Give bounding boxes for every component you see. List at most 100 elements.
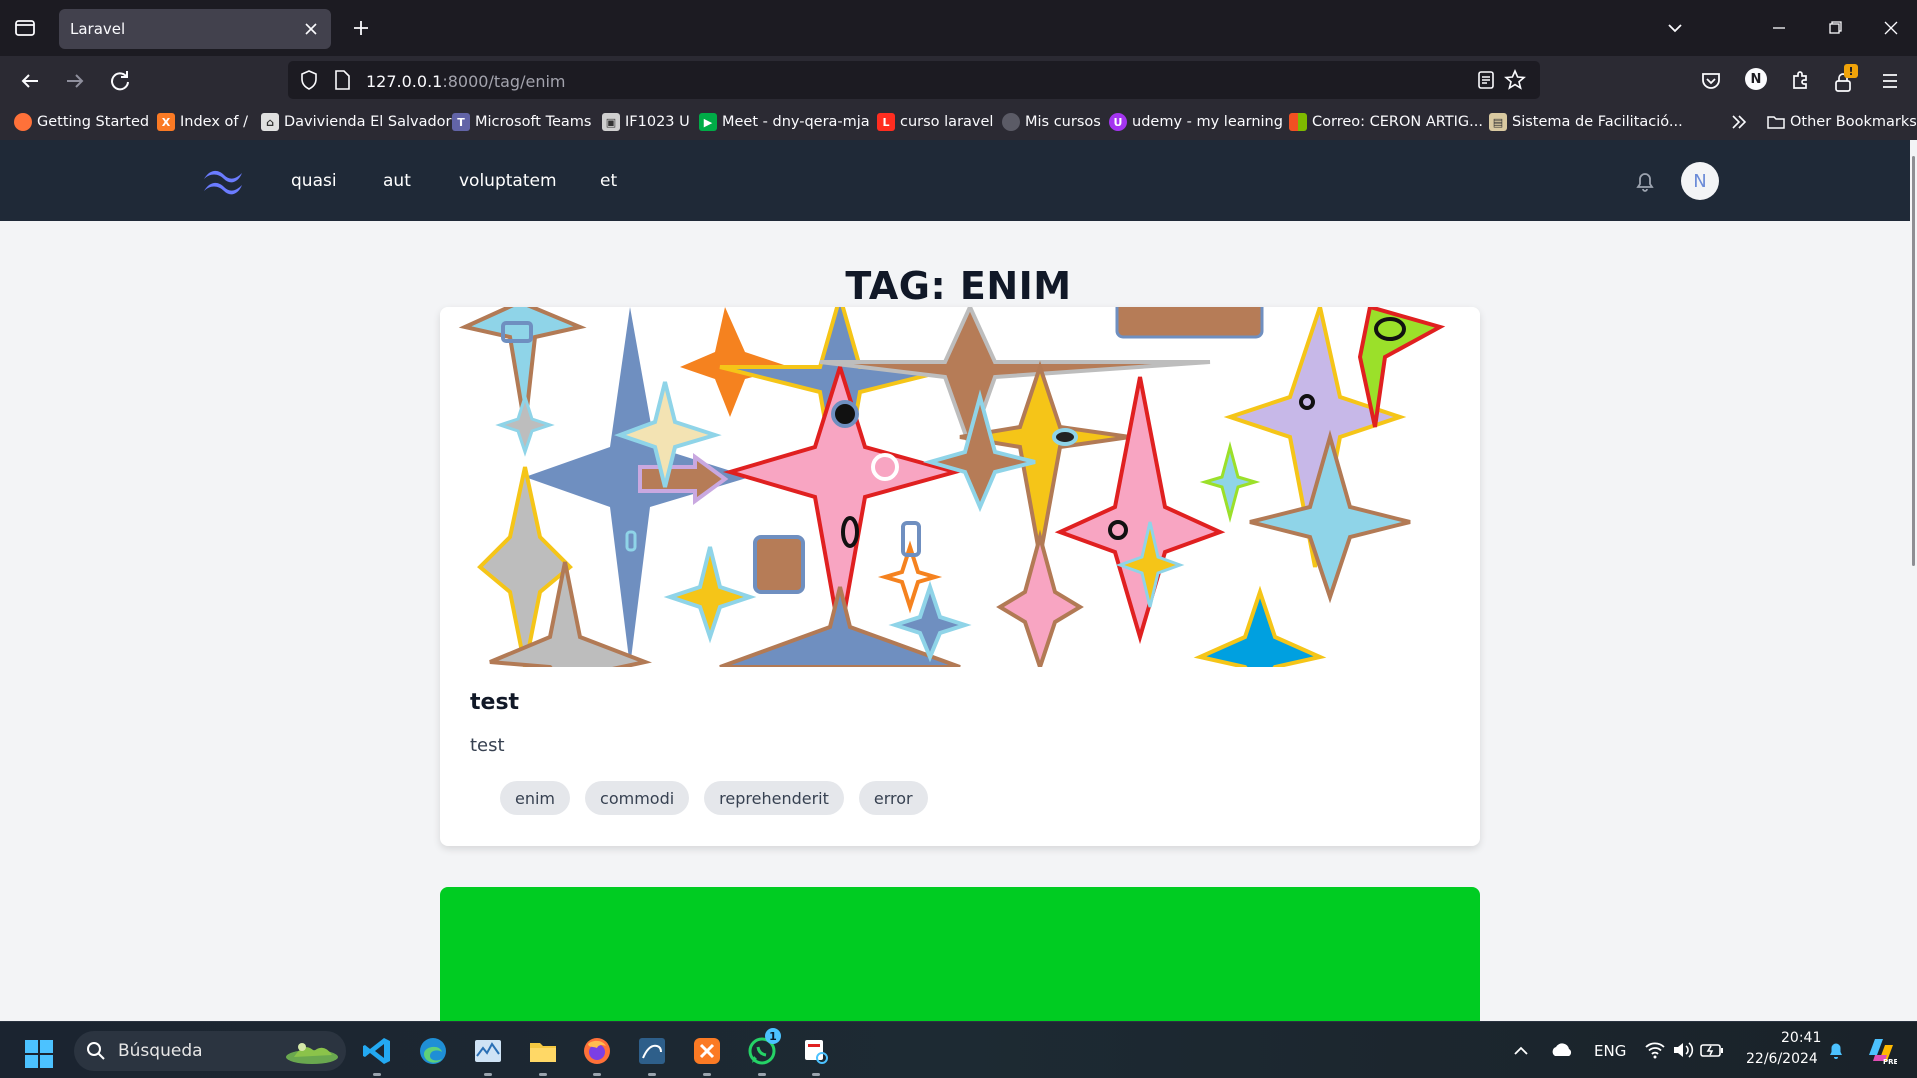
wifi-icon[interactable] — [1645, 1041, 1665, 1059]
taskbar-file-explorer[interactable] — [526, 1034, 560, 1076]
running-indicator — [758, 1073, 766, 1076]
running-indicator — [484, 1073, 492, 1076]
account-avatar[interactable]: N — [1745, 68, 1767, 90]
taskbar-search[interactable]: Búsqueda — [74, 1031, 346, 1071]
chevron-up-icon[interactable] — [1512, 1042, 1530, 1060]
bookmark-item[interactable]: Uudemy - my learning — [1109, 112, 1283, 132]
search-placeholder: Búsqueda — [118, 1041, 203, 1061]
taskbar-edge[interactable] — [416, 1034, 450, 1068]
bookmark-label: Correo: CERON ARTIG... — [1312, 114, 1483, 130]
vscode-icon — [363, 1038, 390, 1064]
url-text[interactable]: 127.0.0.1:8000/tag/enim — [366, 72, 565, 91]
running-indicator — [373, 1073, 381, 1076]
post-title[interactable]: test — [470, 690, 519, 715]
windows-start-icon[interactable] — [24, 1039, 54, 1069]
close-tab-icon[interactable] — [301, 19, 321, 39]
tag-pill[interactable]: commodi — [585, 781, 690, 815]
edge-icon — [420, 1038, 446, 1064]
id-card-icon: ▣ — [602, 113, 620, 131]
taskbar-task-manager[interactable] — [471, 1034, 505, 1076]
post-image[interactable] — [440, 307, 1480, 667]
taskbar-vscode[interactable] — [360, 1034, 394, 1076]
user-avatar[interactable]: N — [1681, 162, 1719, 200]
bookmark-item[interactable]: ⌂ Davivienda El Salvador — [261, 112, 452, 132]
pocket-icon[interactable] — [1696, 66, 1726, 96]
taskbar-mysql-workbench[interactable] — [635, 1034, 669, 1076]
onedrive-icon[interactable] — [1550, 1041, 1574, 1059]
minimize-icon[interactable] — [1765, 15, 1793, 41]
scrollbar-thumb[interactable] — [1912, 156, 1915, 566]
bookmark-label: curso laravel — [900, 114, 994, 130]
bookmark-label: IF1023 U — [625, 114, 690, 130]
nav-link-et[interactable]: et — [600, 171, 617, 191]
notification-badge: 1 — [765, 1028, 781, 1044]
back-icon[interactable] — [15, 66, 45, 96]
address-bar[interactable]: 127.0.0.1:8000/tag/enim — [288, 61, 1540, 99]
nav-link-voluptatem[interactable]: voluptatem — [459, 171, 557, 191]
running-indicator — [703, 1073, 711, 1076]
reader-view-icon[interactable] — [1476, 70, 1496, 90]
document-icon: ▤ — [1489, 113, 1507, 131]
extensions-icon[interactable] — [1785, 66, 1815, 96]
browser-tab-bar: Laravel — [0, 0, 1917, 56]
bookmark-item[interactable]: Getting Started — [14, 112, 149, 132]
taskbar-xampp[interactable] — [690, 1034, 724, 1076]
url-host: 127.0.0.1 — [366, 72, 443, 91]
forward-icon[interactable] — [60, 66, 90, 96]
task-manager-icon — [475, 1040, 501, 1062]
notification-bell-icon[interactable] — [1826, 1040, 1846, 1062]
post-card[interactable]: test test enim commodi reprehenderit err… — [440, 307, 1480, 846]
browser-tab-active[interactable]: Laravel — [59, 9, 331, 49]
volume-icon[interactable] — [1672, 1041, 1694, 1059]
running-indicator — [648, 1073, 656, 1076]
bookmark-label: Meet - dny-qera-mja — [722, 114, 870, 130]
other-bookmarks[interactable]: Other Bookmarks — [1767, 112, 1917, 132]
menu-icon[interactable] — [1875, 66, 1905, 96]
clock-date[interactable]: 22/6/2024 — [1746, 1051, 1818, 1067]
battery-icon[interactable] — [1700, 1042, 1724, 1058]
page-icon[interactable] — [332, 69, 352, 91]
bookmark-item[interactable]: Lcurso laravel — [877, 112, 993, 132]
extension-alert-button[interactable]: ! — [1829, 64, 1859, 96]
tag-pill[interactable]: error — [858, 781, 928, 815]
clock-time[interactable]: 20:41 — [1781, 1030, 1821, 1046]
running-indicator — [539, 1073, 547, 1076]
nav-link-aut[interactable]: aut — [383, 171, 411, 191]
close-window-icon[interactable] — [1877, 15, 1905, 41]
tab-list-icon[interactable] — [10, 14, 40, 42]
post-excerpt: test — [470, 735, 505, 756]
bookmark-star-icon[interactable] — [1504, 69, 1526, 91]
reload-icon[interactable] — [105, 66, 135, 96]
tag-pill[interactable]: reprehenderit — [704, 781, 844, 815]
bookmark-item[interactable]: T Microsoft Teams — [452, 112, 591, 132]
bookmark-item[interactable]: Mis cursos — [1002, 112, 1101, 132]
taskbar-snipping-tool[interactable] — [799, 1034, 833, 1076]
copilot-icon[interactable]: PRE — [1865, 1035, 1897, 1065]
new-tab-icon[interactable] — [349, 16, 373, 40]
language-indicator[interactable]: ENG — [1594, 1042, 1626, 1060]
taskbar-whatsapp[interactable]: 1 — [745, 1028, 781, 1076]
bell-icon[interactable] — [1631, 168, 1659, 196]
bookmark-item[interactable]: ▶ Meet - dny-qera-mja — [699, 112, 870, 132]
taskbar-firefox[interactable] — [580, 1034, 614, 1076]
bookmark-item[interactable]: ▤ Sistema de Facilitació... — [1489, 112, 1683, 132]
post-card-image[interactable] — [440, 887, 1480, 1021]
bookmark-item[interactable]: X Index of / — [157, 112, 248, 132]
laravel-icon: L — [877, 113, 895, 131]
tag-pill[interactable]: enim — [500, 781, 571, 815]
restore-icon[interactable] — [1821, 15, 1849, 41]
nav-link-quasi[interactable]: quasi — [291, 171, 337, 191]
shield-icon[interactable] — [298, 69, 320, 91]
list-all-tabs-icon[interactable] — [1661, 15, 1689, 41]
running-indicator — [812, 1073, 820, 1076]
bookmark-label: udemy - my learning — [1132, 114, 1283, 130]
chevron-double-right-icon[interactable] — [1730, 114, 1748, 130]
tailwind-logo-icon[interactable] — [200, 165, 248, 197]
teams-icon: T — [452, 113, 470, 131]
bookmark-item[interactable]: ▣ IF1023 U — [602, 112, 690, 132]
folder-icon — [530, 1043, 556, 1062]
running-indicator — [593, 1073, 601, 1076]
bookmark-item[interactable]: Correo: CERON ARTIG... — [1289, 112, 1483, 132]
bookmark-label: Microsoft Teams — [475, 114, 592, 130]
search-icon — [87, 1042, 105, 1060]
